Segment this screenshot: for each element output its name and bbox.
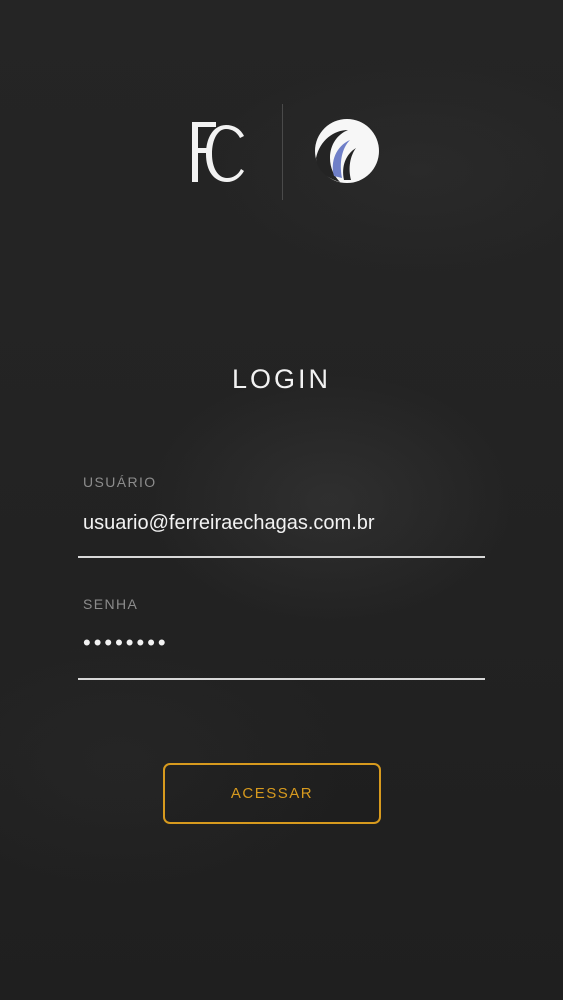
page-title: LOGIN: [231, 364, 332, 394]
password-input[interactable]: ••••••••: [83, 630, 169, 656]
password-label: SENHA: [83, 596, 139, 612]
username-field[interactable]: USUÁRIO usuario@ferreiraechagas.com.br: [78, 474, 485, 558]
fc-logo: [192, 122, 244, 182]
logo-divider: [282, 104, 283, 200]
login-screen: LOGIN USUÁRIO usuario@ferreiraechagas.co…: [0, 0, 563, 1000]
submit-button[interactable]: ACESSAR: [163, 763, 381, 824]
username-label: USUÁRIO: [83, 474, 157, 490]
username-underline: [78, 556, 485, 558]
username-input[interactable]: usuario@ferreiraechagas.com.br: [83, 512, 375, 535]
password-underline: [78, 678, 485, 680]
wave-circle-icon: [315, 119, 379, 183]
password-field[interactable]: SENHA ••••••••: [78, 596, 485, 680]
